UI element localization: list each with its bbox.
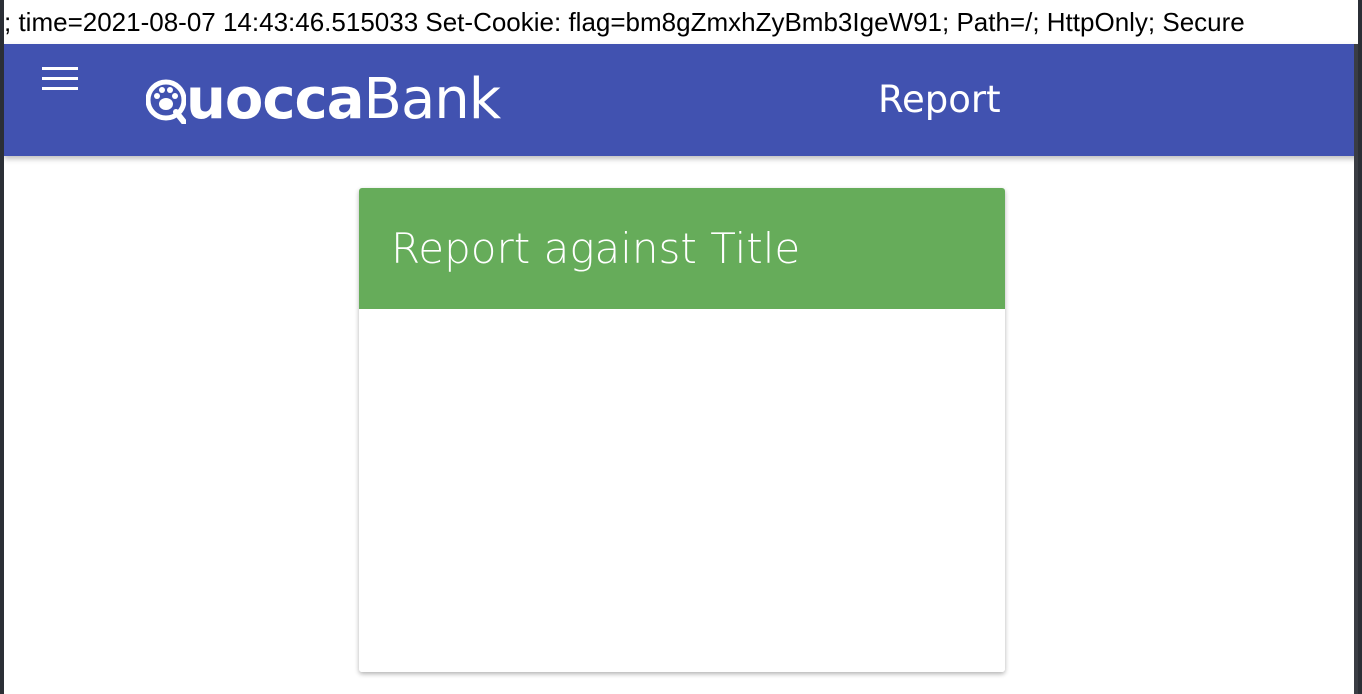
browser-page: ; time=2021-08-07 14:43:46.515033 Set-Co… (4, 0, 1358, 694)
page-title: Report (878, 78, 1001, 121)
logo-text-bold: uocca (186, 67, 365, 132)
quoccabank-logo[interactable]: uoccaBank (146, 67, 502, 132)
response-header-text: ; time=2021-08-07 14:43:46.515033 Set-Co… (4, 0, 1358, 44)
paw-q-icon (146, 79, 186, 124)
report-card: Report against Title (359, 188, 1005, 672)
window-edge (1354, 44, 1358, 694)
hamburger-menu-button[interactable] (40, 62, 80, 96)
card-title: Report against Title (391, 224, 801, 273)
hamburger-menu-icon (42, 67, 78, 90)
logo-text-regular: Bank (363, 67, 502, 132)
top-navbar: uoccaBank Report (4, 44, 1358, 156)
card-body (359, 309, 1005, 672)
logo-text: uoccaBank (186, 67, 502, 132)
card-header: Report against Title (359, 188, 1005, 309)
